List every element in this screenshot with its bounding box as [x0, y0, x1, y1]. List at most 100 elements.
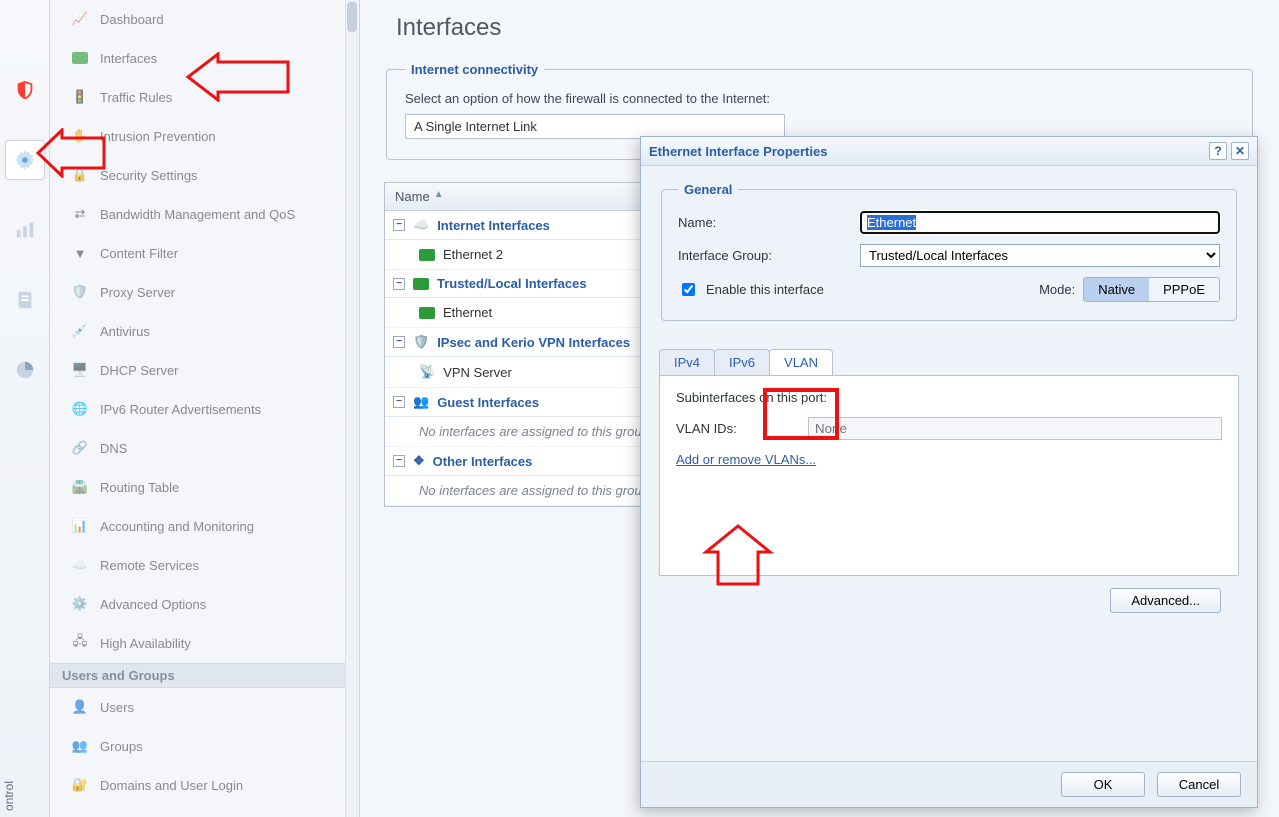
sidebar-item-label: Content Filter [100, 246, 178, 261]
vpn-shield-icon: 🛡️ [413, 334, 429, 350]
sidebar-item-label: DHCP Server [100, 363, 179, 378]
sidebar-item-label: DNS [100, 441, 127, 456]
sidebar-item-accounting[interactable]: 📊 Accounting and Monitoring [50, 507, 359, 546]
rail-doc[interactable] [5, 280, 45, 320]
rail-pie[interactable] [5, 350, 45, 390]
tabpane-vlan: Subinterfaces on this port: VLAN IDs: Ad… [659, 376, 1239, 576]
sidebar-item-domains[interactable]: 🔐Domains and User Login [50, 766, 359, 805]
mode-native-button[interactable]: Native [1084, 278, 1149, 301]
sidebar-item-security[interactable]: 🔒Security Settings [50, 156, 359, 195]
ifgroup-select[interactable]: Trusted/Local Interfaces [860, 244, 1220, 267]
dialog-help-button[interactable]: ? [1209, 142, 1227, 160]
sidebar-item-advanced[interactable]: ⚙️ Advanced Options [50, 585, 359, 624]
ha-icon: 🖧 [70, 633, 90, 653]
advanced-button[interactable]: Advanced... [1110, 588, 1221, 613]
traffic-icon: 🚦 [70, 87, 90, 107]
name-input[interactable] [860, 211, 1220, 234]
sort-asc-icon: ▲ [434, 189, 444, 204]
sidebar: 📈Dashboard Interfaces 🚦Traffic Rules ✋In… [50, 0, 360, 817]
sidebar-item-label: Accounting and Monitoring [100, 519, 254, 534]
name-label: Name: [678, 215, 848, 230]
sidebar-item-label: Groups [100, 739, 143, 754]
sidebar-item-interfaces[interactable]: Interfaces [50, 39, 359, 78]
other-icon: ❖ [413, 453, 425, 469]
dashboard-icon: 📈 [70, 9, 90, 29]
enable-interface-checkbox[interactable] [682, 283, 695, 296]
collapse-icon[interactable]: − [393, 278, 405, 290]
rail-gear[interactable] [5, 140, 45, 180]
accounting-icon: 📊 [70, 516, 90, 536]
sidebar-item-antivirus[interactable]: 💉Antivirus [50, 312, 359, 351]
pie-icon [14, 359, 36, 381]
rail-bottom-label: ontrol [2, 781, 16, 811]
rail-shield[interactable] [5, 70, 45, 110]
ethernet-properties-dialog: Ethernet Interface Properties ? ✕ Genera… [640, 136, 1258, 808]
mode-segmented: Native PPPoE [1083, 277, 1220, 302]
enable-interface-label: Enable this interface [706, 282, 824, 297]
sidebar-item-traffic-rules[interactable]: 🚦Traffic Rules [50, 78, 359, 117]
sidebar-item-ha[interactable]: 🖧High Availability [50, 624, 359, 663]
cancel-button[interactable]: Cancel [1157, 772, 1241, 797]
collapse-icon[interactable]: − [393, 396, 405, 408]
left-rail: ontrol [0, 0, 50, 817]
tab-ipv6[interactable]: IPv6 [714, 349, 770, 375]
gear-icon [14, 149, 36, 171]
collapse-icon[interactable]: − [393, 336, 405, 348]
sidebar-group-header-users: Users and Groups [50, 663, 359, 688]
shield-icon [14, 79, 36, 101]
sidebar-item-label: Interfaces [100, 51, 157, 66]
sidebar-item-dhcp[interactable]: 🖥️ DHCP Server [50, 351, 359, 390]
sidebar-item-content-filter[interactable]: ▼Content Filter [50, 234, 359, 273]
sidebar-item-label: Security Settings [100, 168, 198, 183]
vlan-ids-input[interactable] [808, 417, 1222, 440]
sidebar-item-proxy[interactable]: 🛡️Proxy Server [50, 273, 359, 312]
sidebar-item-dashboard[interactable]: 📈Dashboard [50, 0, 359, 39]
grid-col-name: Name [395, 189, 430, 204]
bandwidth-icon: ⇄ [70, 204, 90, 224]
sidebar-item-label: Intrusion Prevention [100, 129, 216, 144]
dhcp-icon: 🖥️ [70, 360, 90, 380]
remote-icon: ☁️ [70, 555, 90, 575]
ipv6-icon: 🌐 [70, 399, 90, 419]
ok-button[interactable]: OK [1061, 772, 1145, 797]
subinterfaces-label: Subinterfaces on this port: [676, 390, 1222, 405]
sidebar-item-remote[interactable]: ☁️Remote Services [50, 546, 359, 585]
tab-ipv4[interactable]: IPv4 [659, 349, 715, 375]
groups-icon: 👥 [70, 736, 90, 756]
mode-label: Mode: [1039, 282, 1075, 297]
sidebar-item-label: Routing Table [100, 480, 179, 495]
general-fieldset: General Name: Interface Group: Trusted/L… [661, 182, 1237, 321]
collapse-icon[interactable]: − [393, 219, 405, 231]
nic-trusted-icon [413, 278, 429, 290]
nic-icon [419, 307, 435, 319]
sidebar-item-label: Bandwidth Management and QoS [100, 207, 295, 222]
sidebar-scrollbar[interactable] [345, 0, 359, 817]
page-title: Interfaces [396, 14, 501, 42]
add-remove-vlans-link[interactable]: Add or remove VLANs... [676, 452, 816, 467]
sidebar-item-ipv6[interactable]: 🌐IPv6 Router Advertisements [50, 390, 359, 429]
mode-pppoe-button[interactable]: PPPoE [1149, 278, 1219, 301]
tabstrip: IPv4 IPv6 VLAN [659, 349, 1239, 376]
dialog-footer: OK Cancel [641, 761, 1257, 807]
connectivity-legend: Internet connectivity [405, 62, 544, 77]
sidebar-item-label: Advanced Options [100, 597, 206, 612]
collapse-icon[interactable]: − [393, 455, 405, 467]
interfaces-icon [70, 48, 90, 68]
sidebar-item-dns[interactable]: 🔗 DNS [50, 429, 359, 468]
sidebar-item-label: Antivirus [100, 324, 150, 339]
advanced-icon: ⚙️ [70, 594, 90, 614]
tab-vlan[interactable]: VLAN [769, 349, 833, 375]
sidebar-item-intrusion[interactable]: ✋Intrusion Prevention [50, 117, 359, 156]
doc-icon [14, 289, 36, 311]
sidebar-item-routing[interactable]: 🛣️ Routing Table [50, 468, 359, 507]
sidebar-item-bandwidth[interactable]: ⇄ Bandwidth Management and QoS [50, 195, 359, 234]
dns-icon: 🔗 [70, 438, 90, 458]
sidebar-item-groups[interactable]: 👥 Groups [50, 727, 359, 766]
dialog-titlebar[interactable]: Ethernet Interface Properties ? ✕ [641, 137, 1257, 166]
sidebar-item-label: Domains and User Login [100, 778, 243, 793]
users-icon: 👤 [70, 697, 90, 717]
routing-icon: 🛣️ [70, 477, 90, 497]
dialog-close-button[interactable]: ✕ [1231, 142, 1249, 160]
rail-stats[interactable] [5, 210, 45, 250]
sidebar-item-users[interactable]: 👤Users [50, 688, 359, 727]
